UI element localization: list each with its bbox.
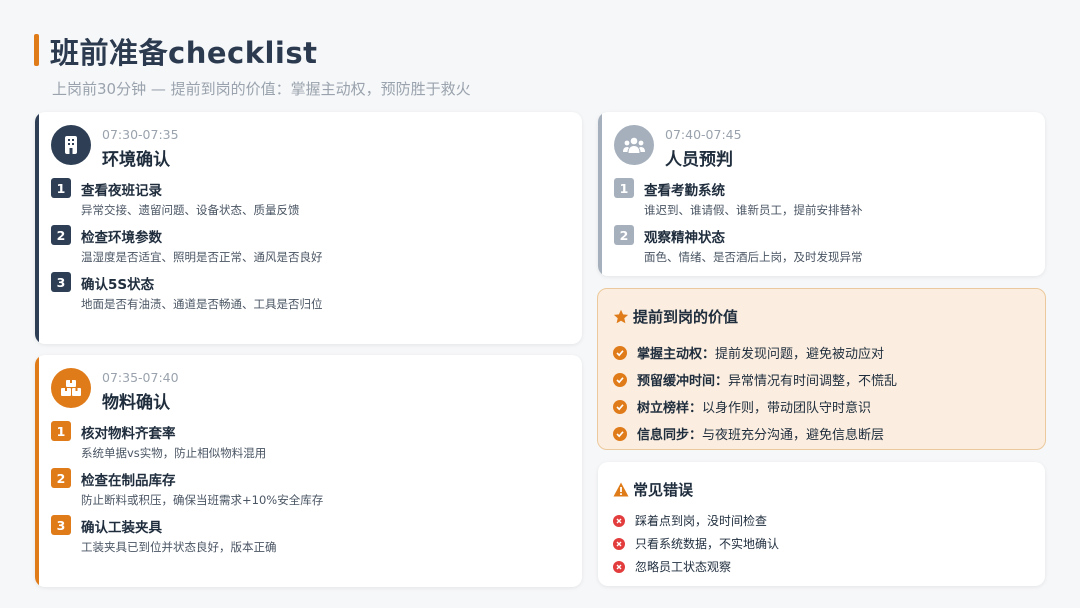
value-key: 掌握主动权： <box>637 347 716 362</box>
list-item: 掌握主动权： 提前发现问题，避免被动应对 <box>613 339 1035 366</box>
star-icon <box>613 309 629 323</box>
step-number: 2 <box>51 468 71 488</box>
item-description: 工装夹具已到位并状态良好，版本正确 <box>81 540 277 554</box>
error-text: 踩着点到岗，没时间检查 <box>635 514 768 528</box>
materials-card: 07:35-07:40 物料确认 1 核对物料齐套率 系统单据vs实物，防止相似… <box>35 355 582 587</box>
time-range: 07:30-07:35 <box>102 127 179 142</box>
error-icon <box>613 560 625 573</box>
value-panel: 提前到岗的价值 掌握主动权： 提前发现问题，避免被动应对 预留缓冲时间： 异常情… <box>597 288 1046 450</box>
value-text: 提前发现问题，避免被动应对 <box>715 347 885 362</box>
value-key: 预留缓冲时间： <box>637 374 729 389</box>
page-title: 班前准备checklist <box>50 36 318 70</box>
item-description: 面色、情绪、是否酒后上岗，及时发现异常 <box>644 250 863 264</box>
card-accent-bar <box>598 112 602 276</box>
building-icon <box>51 125 91 165</box>
item-description: 地面是否有油渍、通道是否畅通、工具是否归位 <box>81 297 323 311</box>
item-title: 核对物料齐套率 <box>81 426 176 442</box>
panel-title-text: 常见错误 <box>633 481 694 499</box>
panel-title: 常见错误 <box>613 479 693 500</box>
item-description: 防止断料或积压，确保当班需求+10%安全库存 <box>81 493 324 507</box>
item-title: 检查环境参数 <box>81 230 162 246</box>
value-key: 树立榜样： <box>637 401 703 416</box>
step-number: 2 <box>614 225 634 245</box>
step-number: 2 <box>51 225 71 245</box>
list-item: 2 观察精神状态 面色、情绪、是否酒后上岗，及时发现异常 <box>614 225 1033 272</box>
list-item: 3 确认5S状态 地面是否有油渍、通道是否畅通、工具是否归位 <box>51 272 570 319</box>
page-subtitle: 上岗前30分钟 — 提前到岗的价值：掌握主动权，预防胜于救火 <box>52 80 471 98</box>
error-icon <box>613 537 625 550</box>
item-description: 温湿度是否适宜、照明是否正常、通风是否良好 <box>81 250 323 264</box>
list-item: 1 查看夜班记录 异常交接、遗留问题、设备状态、质量反馈 <box>51 178 570 225</box>
environment-card: 07:30-07:35 环境确认 1 查看夜班记录 异常交接、遗留问题、设备状态… <box>35 112 582 344</box>
list-item: 1 核对物料齐套率 系统单据vs实物，防止相似物料混用 <box>51 421 570 468</box>
card-accent-bar <box>35 355 39 587</box>
list-item: 信息同步： 与夜班充分沟通，避免信息断层 <box>613 420 1035 447</box>
boxes-icon <box>51 368 91 408</box>
list-item: 1 查看考勤系统 谁迟到、谁请假、谁新员工，提前安排替补 <box>614 178 1033 225</box>
item-title: 确认工装夹具 <box>81 520 162 536</box>
time-range: 07:35-07:40 <box>102 370 179 385</box>
error-text: 只看系统数据，不实地确认 <box>635 537 780 551</box>
step-number: 1 <box>51 421 71 441</box>
step-number: 1 <box>614 178 634 198</box>
card-accent-bar <box>35 112 39 344</box>
item-title: 查看考勤系统 <box>644 183 725 199</box>
warning-icon <box>613 482 629 497</box>
people-card: 07:40-07:45 人员预判 1 查看考勤系统 谁迟到、谁请假、谁新员工，提… <box>598 112 1045 276</box>
people-icon <box>614 125 654 165</box>
check-icon <box>613 426 627 441</box>
list-item: 预留缓冲时间： 异常情况有时间调整，不慌乱 <box>613 366 1035 393</box>
step-number: 1 <box>51 178 71 198</box>
list-item: 只看系统数据，不实地确认 <box>613 532 1035 555</box>
checklist: 1 查看夜班记录 异常交接、遗留问题、设备状态、质量反馈 2 检查环境参数 温湿… <box>51 178 570 319</box>
errors-panel: 常见错误 踩着点到岗，没时间检查 只看系统数据，不实地确认 忽略员工状态观察 <box>598 462 1045 586</box>
item-title: 查看夜班记录 <box>81 183 162 199</box>
list-item: 踩着点到岗，没时间检查 <box>613 509 1035 532</box>
title-accent-bar <box>34 34 39 66</box>
item-title: 观察精神状态 <box>644 230 725 246</box>
list-item: 2 检查环境参数 温湿度是否适宜、照明是否正常、通风是否良好 <box>51 225 570 272</box>
check-icon <box>613 372 627 387</box>
checklist: 1 查看考勤系统 谁迟到、谁请假、谁新员工，提前安排替补 2 观察精神状态 面色… <box>614 178 1033 272</box>
item-description: 系统单据vs实物，防止相似物料混用 <box>81 446 267 460</box>
list-item: 3 确认工装夹具 工装夹具已到位并状态良好，版本正确 <box>51 515 570 562</box>
item-title: 检查在制品库存 <box>81 473 176 489</box>
value-text: 异常情况有时间调整，不慌乱 <box>728 374 898 389</box>
error-list: 踩着点到岗，没时间检查 只看系统数据，不实地确认 忽略员工状态观察 <box>613 509 1035 578</box>
value-text: 与夜班充分沟通，避免信息断层 <box>702 428 885 443</box>
item-description: 谁迟到、谁请假、谁新员工，提前安排替补 <box>644 203 863 217</box>
card-title: 环境确认 <box>102 150 170 170</box>
panel-title-text: 提前到岗的价值 <box>633 308 739 326</box>
list-item: 忽略员工状态观察 <box>613 555 1035 578</box>
error-text: 忽略员工状态观察 <box>635 560 732 574</box>
step-number: 3 <box>51 272 71 292</box>
error-icon <box>613 514 625 527</box>
step-number: 3 <box>51 515 71 535</box>
value-list: 掌握主动权： 提前发现问题，避免被动应对 预留缓冲时间： 异常情况有时间调整，不… <box>613 339 1035 447</box>
check-icon <box>613 345 627 360</box>
item-description: 异常交接、遗留问题、设备状态、质量反馈 <box>81 203 300 217</box>
time-range: 07:40-07:45 <box>665 127 742 142</box>
card-title: 物料确认 <box>102 393 170 413</box>
list-item: 2 检查在制品库存 防止断料或积压，确保当班需求+10%安全库存 <box>51 468 570 515</box>
check-icon <box>613 399 627 414</box>
checklist: 1 核对物料齐套率 系统单据vs实物，防止相似物料混用 2 检查在制品库存 防止… <box>51 421 570 562</box>
item-title: 确认5S状态 <box>81 277 155 293</box>
value-text: 以身作则，带动团队守时意识 <box>702 401 872 416</box>
panel-title: 提前到岗的价值 <box>613 306 738 327</box>
card-title: 人员预判 <box>665 150 733 170</box>
list-item: 树立榜样： 以身作则，带动团队守时意识 <box>613 393 1035 420</box>
value-key: 信息同步： <box>637 428 703 443</box>
